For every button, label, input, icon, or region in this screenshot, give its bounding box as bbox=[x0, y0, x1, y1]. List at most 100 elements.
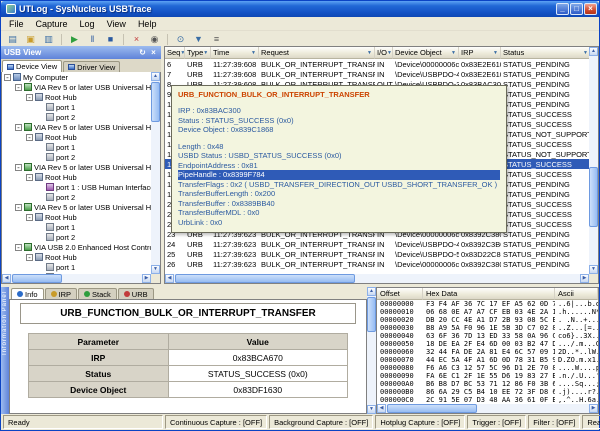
tree-expander-icon[interactable]: - bbox=[15, 164, 22, 171]
tab-urb[interactable]: URB bbox=[118, 288, 154, 299]
scroll-right-icon[interactable]: ▶ bbox=[142, 274, 151, 283]
scroll-right-icon[interactable]: ▶ bbox=[580, 274, 589, 283]
hex-row[interactable]: 0000001006 68 0E A7 A7 CF EB 03 4E 2A 11… bbox=[377, 308, 598, 316]
scroll-down-icon[interactable]: ▼ bbox=[367, 405, 376, 414]
scroll-left-icon[interactable]: ◀ bbox=[2, 274, 11, 283]
filter-button[interactable]: ▼ bbox=[190, 31, 207, 47]
tree-horizontal-scrollbar[interactable]: ◀ ▶ bbox=[2, 274, 151, 283]
column-header-type[interactable]: Type▼ bbox=[185, 47, 211, 59]
hex-vertical-scrollbar[interactable]: ▲ ▼ bbox=[367, 287, 376, 414]
column-header-seq[interactable]: Seq▼ bbox=[165, 47, 185, 59]
tree-item[interactable]: port 1 bbox=[2, 102, 151, 112]
tree-expander-icon[interactable]: - bbox=[15, 84, 22, 91]
column-header-time[interactable]: Time▼ bbox=[211, 47, 259, 59]
hex-horizontal-scrollbar[interactable]: ◀ ▶ bbox=[377, 404, 598, 413]
hex-row[interactable]: 00000030B8 A9 5A F0 96 1E 5B 3D C7 02 8F… bbox=[377, 324, 598, 332]
menu-item-view[interactable]: View bbox=[101, 19, 132, 29]
tree-expander-icon[interactable]: - bbox=[15, 244, 22, 251]
scroll-down-icon[interactable]: ▼ bbox=[151, 265, 160, 274]
tree-expander-icon[interactable]: - bbox=[4, 74, 11, 81]
tree-expander-icon[interactable]: - bbox=[26, 254, 33, 261]
find-button[interactable]: ⊙ bbox=[172, 31, 189, 47]
tab-driver-view[interactable]: Driver View bbox=[63, 61, 120, 72]
scrollbar-thumb[interactable] bbox=[589, 167, 598, 227]
refresh-icon[interactable]: ↻ bbox=[138, 48, 147, 57]
column-header-status[interactable]: Status▼ bbox=[501, 47, 589, 59]
hex-row[interactable]: 00000080F6 A6 C3 12 57 5C 96 D1 2E 70 85… bbox=[377, 364, 598, 372]
hex-row[interactable]: 0000006032 44 FA DE 2A 81 E4 6C 57 09 13… bbox=[377, 348, 598, 356]
table-row[interactable]: 25URB11:27:39:623BULK_OR_INTERRUPT_TRANS… bbox=[165, 249, 589, 259]
scroll-down-icon[interactable]: ▼ bbox=[589, 265, 598, 274]
scroll-up-icon[interactable]: ▲ bbox=[367, 287, 376, 296]
hex-row[interactable]: 0000007044 EC 5A 4F A1 6D 0D 78 31 B5 92… bbox=[377, 356, 598, 364]
tree-item[interactable]: -VIA Rev 5 or later USB Universal Host C… bbox=[2, 82, 151, 92]
maximize-button[interactable]: □ bbox=[570, 3, 583, 15]
tree-item[interactable]: port 2 bbox=[2, 232, 151, 242]
menu-item-log[interactable]: Log bbox=[74, 19, 101, 29]
menu-item-file[interactable]: File bbox=[3, 19, 30, 29]
tree-item[interactable]: port 1 bbox=[2, 262, 151, 272]
scroll-up-icon[interactable]: ▲ bbox=[151, 72, 160, 81]
save-log-button[interactable]: ▥ bbox=[40, 31, 57, 47]
scrollbar-thumb[interactable] bbox=[12, 274, 62, 283]
tree-expander-icon[interactable]: - bbox=[15, 124, 22, 131]
hex-row[interactable]: 0000004063 6F 36 7D 13 ED 33 58 0A 96 C4… bbox=[377, 332, 598, 340]
tree-item[interactable]: -VIA Rev 5 or later USB Universal Host C… bbox=[2, 202, 151, 212]
table-row[interactable]: 6URB11:27:39:608BULK_OR_INTERRUPT_TRANSF… bbox=[165, 59, 589, 69]
hex-row[interactable]: 000000B086 6A 29 C5 B4 10 EE 72 3F D8 61… bbox=[377, 388, 598, 396]
tree-item[interactable]: -Root Hub bbox=[2, 92, 151, 102]
scrollbar-thumb[interactable] bbox=[387, 404, 477, 413]
table-row[interactable]: 7URB11:27:39:608BULK_OR_INTERRUPT_TRANSF… bbox=[165, 69, 589, 79]
tree-item[interactable]: -VIA USB 2.0 Enhanced Host Controller bbox=[2, 242, 151, 252]
tree-item[interactable]: -Root Hub bbox=[2, 212, 151, 222]
hex-row[interactable]: 00000090FA 6E C1 2F 1E 55 D6 19 83 27 B4… bbox=[377, 372, 598, 380]
scroll-left-icon[interactable]: ◀ bbox=[165, 274, 174, 283]
scrollbar-thumb[interactable] bbox=[151, 82, 160, 122]
table-row[interactable]: 26URB11:27:39:623BULK_OR_INTERRUPT_TRANS… bbox=[165, 259, 589, 269]
close-panel-icon[interactable]: × bbox=[149, 48, 158, 57]
menu-item-help[interactable]: Help bbox=[132, 19, 163, 29]
scrollbar-thumb[interactable] bbox=[367, 297, 376, 332]
pause-capture-button[interactable]: ‖ bbox=[84, 31, 101, 47]
tree-expander-icon[interactable]: - bbox=[26, 134, 33, 141]
tab-info[interactable]: Info bbox=[11, 288, 44, 299]
hex-row[interactable]: 00000020DB 20 CC 4E A1 D7 2B 93 08 5C E4… bbox=[377, 316, 598, 324]
new-log-button[interactable]: ▤ bbox=[4, 31, 21, 47]
capture-vertical-scrollbar[interactable]: ▲ ▼ bbox=[589, 47, 598, 274]
scroll-up-icon[interactable]: ▲ bbox=[589, 47, 598, 56]
tree-item[interactable]: port 1 bbox=[2, 142, 151, 152]
tree-expander-icon[interactable]: - bbox=[15, 204, 22, 211]
tab-irp[interactable]: IRP bbox=[45, 288, 78, 299]
hex-row[interactable]: 000000A0B6 B8 D7 BC 53 71 12 86 F0 3B 68… bbox=[377, 380, 598, 388]
tree-item[interactable]: port 2 bbox=[2, 192, 151, 202]
tree-item[interactable]: -My Computer bbox=[2, 72, 151, 82]
tree-expander-icon[interactable]: - bbox=[26, 214, 33, 221]
tree-item[interactable]: port 2 bbox=[2, 112, 151, 122]
tree-expander-icon[interactable]: - bbox=[26, 174, 33, 181]
table-row[interactable]: 24URB11:27:39:623BULK_OR_INTERRUPT_TRANS… bbox=[165, 239, 589, 249]
close-button[interactable]: × bbox=[584, 3, 597, 15]
scrollbar-thumb[interactable] bbox=[175, 274, 355, 283]
column-header-request[interactable]: Request▼ bbox=[259, 47, 375, 59]
tree-item[interactable]: -Root Hub bbox=[2, 132, 151, 142]
menu-item-capture[interactable]: Capture bbox=[30, 19, 74, 29]
tree-vertical-scrollbar[interactable]: ▲ ▼ bbox=[151, 72, 160, 274]
open-log-button[interactable]: ▣ bbox=[22, 31, 39, 47]
tree-item[interactable]: -VIA Rev 5 or later USB Universal Host C… bbox=[2, 122, 151, 132]
tree-item[interactable]: port 1 bbox=[2, 222, 151, 232]
snapshot-button[interactable]: ◉ bbox=[146, 31, 163, 47]
tree-item[interactable]: port 2 bbox=[2, 152, 151, 162]
column-header-io[interactable]: I/O▼ bbox=[375, 47, 393, 59]
hex-row[interactable]: 0000005018 DE EA 2F E4 6D 00 03 B2 47 D1… bbox=[377, 340, 598, 348]
tree-item[interactable]: -VIA Rev 5 or later USB Universal Host C… bbox=[2, 162, 151, 172]
start-capture-button[interactable]: ▶ bbox=[66, 31, 83, 47]
hex-row[interactable]: 00000000F3 F4 AF 36 7C 17 EF A5 62 0D 71… bbox=[377, 300, 598, 308]
tab-stack[interactable]: Stack bbox=[78, 288, 117, 299]
tree-item[interactable]: -Root Hub bbox=[2, 252, 151, 262]
options-button[interactable]: ≡ bbox=[208, 31, 225, 47]
tree-item[interactable]: port 1 : USB Human Interface Device bbox=[2, 182, 151, 192]
capture-horizontal-scrollbar[interactable]: ◀ ▶ bbox=[165, 274, 589, 283]
minimize-button[interactable]: _ bbox=[556, 3, 569, 15]
stop-capture-button[interactable]: ■ bbox=[102, 31, 119, 47]
tree-expander-icon[interactable]: - bbox=[26, 94, 33, 101]
